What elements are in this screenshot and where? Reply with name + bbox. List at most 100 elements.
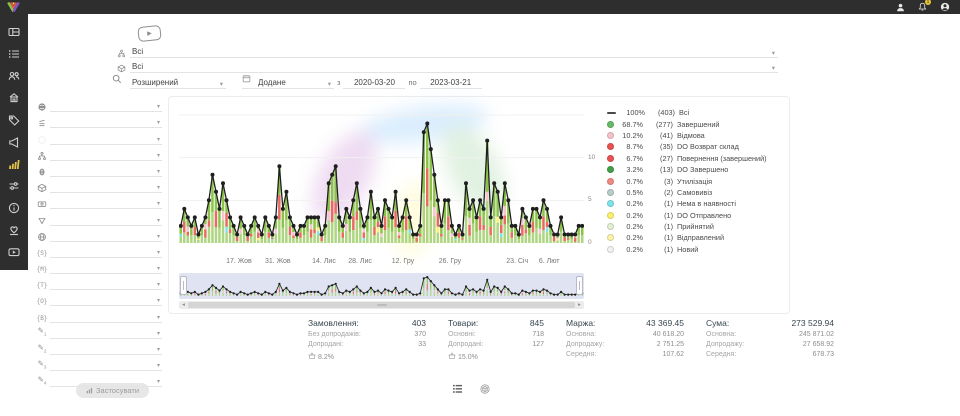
filter-dropdown[interactable]: ▾ bbox=[50, 230, 162, 242]
rail-item-info[interactable] bbox=[7, 202, 21, 214]
rail-item-store[interactable] bbox=[7, 92, 21, 104]
pencil-1-icon: ✎1 bbox=[34, 327, 50, 339]
banknote-icon bbox=[34, 199, 50, 209]
minimap-left-handle[interactable] bbox=[180, 276, 187, 295]
stat-column: Товари:845Основні:718Допродані:12715.0% bbox=[448, 318, 544, 362]
filter-row-pencil-3[interactable]: ✎3 ▾ bbox=[28, 357, 168, 373]
chevron-down-icon: ▾ bbox=[157, 282, 160, 289]
list-view-icon[interactable] bbox=[452, 384, 463, 394]
filter-dropdown[interactable]: ▾ bbox=[50, 116, 162, 128]
filter-dropdown[interactable]: ▾ bbox=[50, 197, 162, 209]
filter-row-var-o[interactable]: {O} ▾ bbox=[28, 292, 168, 308]
legend-item[interactable]: 8.7%(35)DO Возврат склад bbox=[607, 141, 767, 152]
rail-item-promotions[interactable] bbox=[7, 114, 21, 126]
filter-dropdown[interactable]: ▾ bbox=[50, 327, 162, 339]
product-filter-value: Всі bbox=[130, 62, 143, 72]
filter-row-globe[interactable]: ▾ bbox=[28, 228, 168, 244]
chevron-down-icon: ▾ bbox=[157, 169, 160, 176]
filter-dropdown[interactable]: ▾ bbox=[50, 343, 162, 355]
filter-row-var-b[interactable]: {B} ▾ bbox=[28, 308, 168, 324]
filter-dropdown[interactable]: ▾ bbox=[50, 149, 162, 161]
pencil-2-icon: ✎2 bbox=[34, 344, 50, 356]
account-icon[interactable] bbox=[940, 2, 950, 12]
rail-item-settings[interactable] bbox=[7, 180, 21, 192]
legend-item[interactable]: 10.2%(41)Відмова bbox=[607, 130, 767, 141]
legend-item[interactable]: 100%(403)Всі bbox=[607, 107, 767, 118]
filter-row-hierarchy[interactable]: ▾ bbox=[28, 147, 168, 163]
scroll-right-arrow-icon[interactable]: ▸ bbox=[575, 301, 584, 309]
rail-item-partners[interactable] bbox=[7, 224, 21, 236]
legend-item[interactable]: 0.2%(1)Прийнятий bbox=[607, 221, 767, 232]
brand-logo-icon[interactable] bbox=[7, 1, 20, 13]
filter-row-globe-dark[interactable]: ▾ bbox=[28, 98, 168, 114]
chevron-down-icon: ▾ bbox=[157, 234, 160, 241]
scrollbar-thumb[interactable] bbox=[188, 302, 575, 308]
legend-item[interactable]: 6.7%(27)Повернення (завершений) bbox=[607, 153, 767, 164]
profile-icon[interactable] bbox=[896, 3, 905, 12]
legend-item[interactable]: 0.7%(3)Утилізація bbox=[607, 175, 767, 186]
legend-item[interactable]: 0.2%(1)Нема в наявності bbox=[607, 198, 767, 209]
package-view-icon[interactable] bbox=[480, 384, 490, 394]
search-mode-value: Розширений bbox=[130, 78, 178, 88]
filter-dropdown[interactable]: ▾ bbox=[50, 133, 162, 145]
notifications-bell-icon[interactable]: 1 bbox=[918, 2, 927, 12]
stat-column: Замовлення:403Без допродажів:370Допродан… bbox=[308, 318, 426, 362]
legend-color-dot bbox=[607, 178, 614, 185]
filter-row-var-t[interactable]: {T} ▾ bbox=[28, 276, 168, 292]
search-icon[interactable] bbox=[112, 71, 130, 89]
filter-dropdown[interactable]: ▾ bbox=[50, 181, 162, 193]
filter-dropdown[interactable]: ▾ bbox=[50, 214, 162, 226]
filter-row-help-circle[interactable]: ▾ bbox=[28, 130, 168, 146]
legend-item[interactable]: 0.2%(1)Відправлений bbox=[607, 232, 767, 243]
filter-row-pencil-2[interactable]: ✎2 ▾ bbox=[28, 341, 168, 357]
legend-color-dot bbox=[607, 223, 614, 230]
date-field-select[interactable]: Додане ▾ bbox=[242, 75, 334, 89]
stat-title: Маржа:43 369.45 bbox=[566, 318, 684, 328]
help-video-bubble-icon[interactable]: ▶ bbox=[137, 25, 161, 42]
rail-item-orders[interactable] bbox=[7, 48, 21, 60]
filter-dropdown[interactable]: ▾ bbox=[50, 294, 162, 306]
legend-item[interactable]: 68.7%(277)Завершений bbox=[607, 118, 767, 129]
chart-scrollbar[interactable]: ◂ ▸ bbox=[179, 301, 584, 309]
chart-card: 0510 17. Жов31. Жов14. Лис28. Лис12. Гру… bbox=[168, 96, 790, 314]
rail-item-users[interactable] bbox=[7, 70, 21, 82]
filter-row-fingerprint[interactable]: ▾ bbox=[28, 163, 168, 179]
filter-dropdown[interactable]: ▾ bbox=[50, 100, 162, 112]
scroll-left-arrow-icon[interactable]: ◂ bbox=[179, 301, 188, 309]
legend-item[interactable]: 3.2%(13)DO Завершено bbox=[607, 164, 767, 175]
filter-row-var-s[interactable]: {S} ▾ bbox=[28, 244, 168, 260]
filter-row-pencil-1[interactable]: ✎1 ▾ bbox=[28, 325, 168, 341]
minimap-right-handle[interactable] bbox=[576, 276, 583, 295]
chevron-down-icon: ▾ bbox=[157, 379, 160, 386]
filter-dropdown[interactable]: ▾ bbox=[50, 246, 162, 258]
x-axis-label: 28. Лис bbox=[348, 258, 372, 265]
date-from-label: з bbox=[334, 78, 343, 89]
filter-dropdown[interactable]: ▾ bbox=[50, 165, 162, 177]
filter-dropdown[interactable]: ▾ bbox=[50, 278, 162, 290]
category-filter[interactable]: Всі▾ bbox=[112, 44, 778, 58]
filter-row-banknote[interactable]: ▾ bbox=[28, 195, 168, 211]
filter-dropdown[interactable]: ▾ bbox=[50, 375, 162, 387]
rail-item-campaigns[interactable] bbox=[7, 136, 21, 148]
rail-item-video-guide[interactable] bbox=[7, 246, 21, 258]
legend-item[interactable]: 0.5%(2)Самовивіз bbox=[607, 187, 767, 198]
date-to-input[interactable]: 2023-03-21 bbox=[420, 75, 482, 89]
filter-row-rules[interactable]: ▾ bbox=[28, 114, 168, 130]
chevron-down-icon: ▾ bbox=[157, 153, 160, 160]
filter-row-package[interactable]: ▾ bbox=[28, 179, 168, 195]
legend-item[interactable]: 0.2%(1)DO Отправлено bbox=[607, 210, 767, 221]
basket-icon bbox=[448, 352, 456, 362]
rail-item-dashboard[interactable] bbox=[7, 26, 21, 38]
date-from-input[interactable]: 2020-03-20 bbox=[343, 75, 405, 89]
search-mode-select[interactable]: Розширений ▾ bbox=[130, 75, 226, 89]
filter-row-funnel[interactable]: ▾ bbox=[28, 211, 168, 227]
filter-dropdown[interactable]: ▾ bbox=[50, 262, 162, 274]
filter-dropdown[interactable]: ▾ bbox=[50, 359, 162, 371]
rail-item-statistics-active[interactable] bbox=[7, 158, 21, 170]
legend-item[interactable]: 0.2%(1)Новий bbox=[607, 244, 767, 255]
filter-row-var-m[interactable]: {M} ▾ bbox=[28, 260, 168, 276]
filter-dropdown[interactable]: ▾ bbox=[50, 311, 162, 323]
product-filter[interactable]: Всі▾ bbox=[112, 59, 778, 73]
filter-row-pencil-4[interactable]: ✎4 ▾ bbox=[28, 373, 168, 389]
y-axis-tick: 0 bbox=[588, 239, 604, 246]
